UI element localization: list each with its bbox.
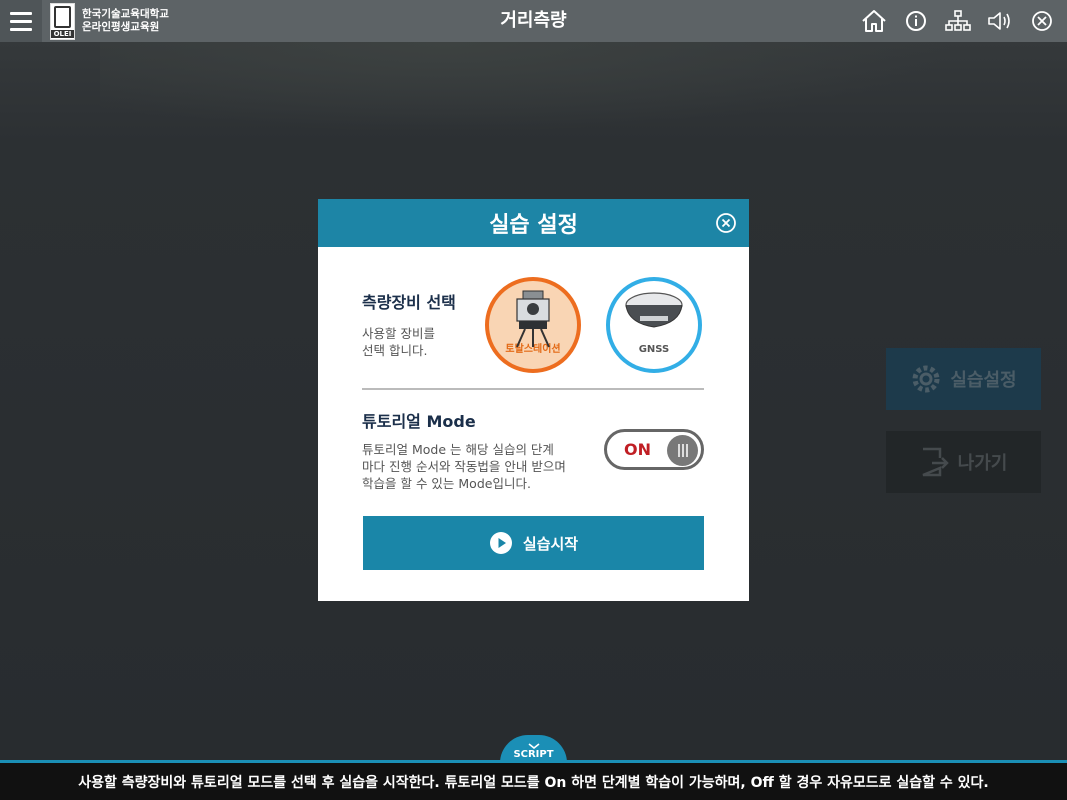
script-bar: 사용할 측량장비와 튜토리얼 모드를 선택 후 실습을 시작한다. 튜토리얼 모… xyxy=(0,760,1067,800)
hamburger-icon-line xyxy=(10,19,32,23)
play-icon xyxy=(489,532,512,554)
exit-icon xyxy=(922,447,949,477)
settings-button[interactable]: 실습설정 xyxy=(886,348,1041,410)
equipment-option-gnss[interactable]: GNSS xyxy=(606,277,702,373)
sitemap-icon[interactable] xyxy=(943,6,973,36)
start-practice-label: 실습시작 xyxy=(522,534,579,553)
settings-button-label: 실습설정 xyxy=(950,370,1017,391)
equipment-title: 측량장비 선택 xyxy=(362,293,456,312)
exit-button[interactable]: 나가기 xyxy=(886,431,1041,493)
toggle-knob xyxy=(667,435,698,466)
top-toolbar xyxy=(859,0,1057,42)
toggle-state-label: ON xyxy=(624,440,651,459)
exit-button-label: 나가기 xyxy=(957,453,1008,474)
gear-icon xyxy=(912,365,940,393)
sound-icon[interactable] xyxy=(985,6,1015,36)
equipment-option-total-station[interactable]: 토탈스테이션 xyxy=(485,277,581,373)
tutorial-desc: 튜토리얼 Mode 는 해당 실습의 단계 마다 진행 순서와 작동법을 안내 … xyxy=(362,442,566,491)
section-divider xyxy=(362,388,704,390)
gnss-receiver-icon xyxy=(625,292,683,328)
tutorial-mode-toggle[interactable]: ON xyxy=(604,429,704,470)
script-text: 사용할 측량장비와 튜토리얼 모드를 선택 후 실습을 시작한다. 튜토리얼 모… xyxy=(78,774,989,791)
menu-button[interactable] xyxy=(0,0,42,42)
dialog-header: 실습 설정 xyxy=(318,199,749,247)
home-icon[interactable] xyxy=(859,6,889,36)
close-icon[interactable] xyxy=(1027,6,1057,36)
equipment-option-label: GNSS xyxy=(638,344,670,355)
info-icon[interactable] xyxy=(901,6,931,36)
logo-emblem: OLEI xyxy=(50,2,75,40)
equipment-section: 측량장비 선택 사용할 장비를 선택 합니다. xyxy=(362,289,456,359)
script-tab-label: SCRIPT xyxy=(513,749,554,760)
close-icon[interactable] xyxy=(715,212,737,234)
tutorial-title: 튜토리얼 Mode xyxy=(362,412,476,431)
total-station-icon xyxy=(516,290,550,348)
top-bar: OLEI 한국기술교육대학교 온라인평생교육원 거리측량 xyxy=(0,0,1067,42)
logo: OLEI 한국기술교육대학교 온라인평생교육원 xyxy=(50,2,169,40)
logo-text: 한국기술교육대학교 온라인평생교육원 xyxy=(82,8,169,33)
hamburger-icon-line xyxy=(10,27,32,31)
start-practice-button[interactable]: 실습시작 xyxy=(363,516,704,570)
equipment-desc: 사용할 장비를 선택 합니다. xyxy=(362,326,435,358)
tutorial-section: 튜토리얼 Mode 튜토리얼 Mode 는 해당 실습의 단계 마다 진행 순서… xyxy=(362,408,592,492)
dialog-title: 실습 설정 xyxy=(489,213,578,238)
practice-settings-dialog: 실습 설정 측량장비 선택 사용할 장비를 선택 합니다. 토탈스테이션 GNS… xyxy=(318,199,749,601)
hamburger-icon-line xyxy=(10,11,32,15)
